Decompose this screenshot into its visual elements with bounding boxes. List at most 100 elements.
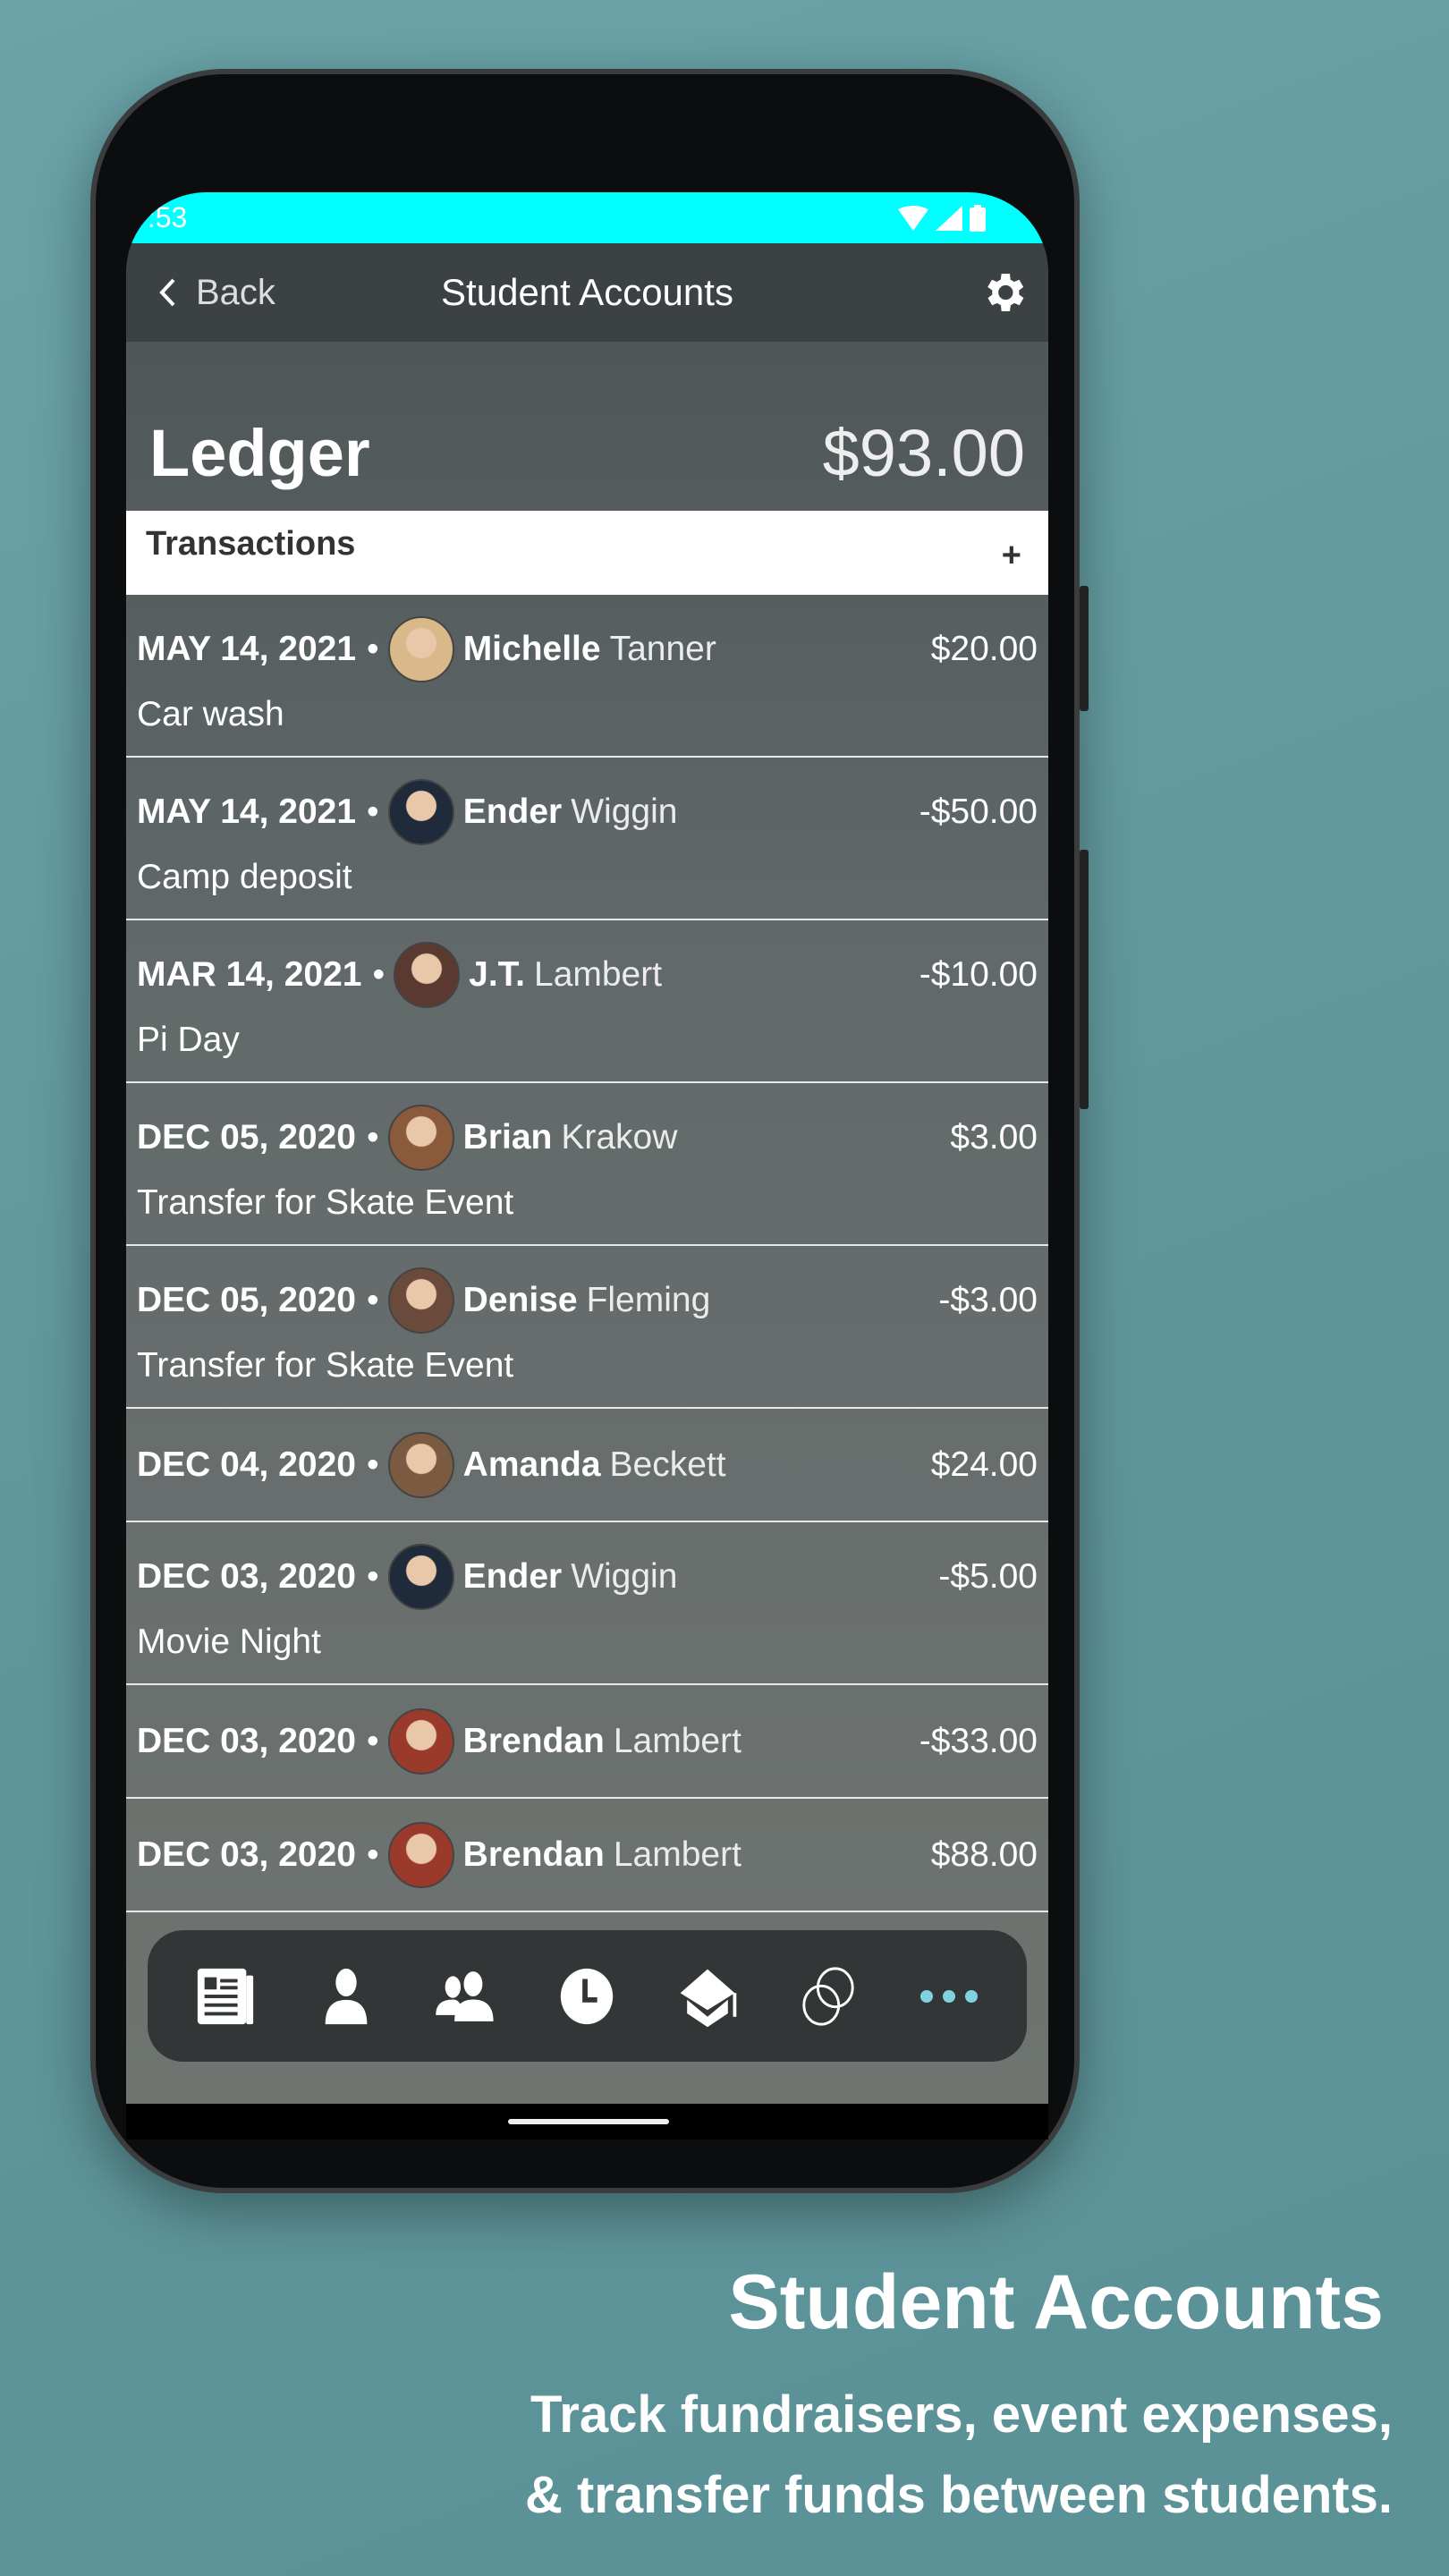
transaction-date: DEC 03, 2020 (137, 1721, 356, 1760)
news-icon (198, 1968, 254, 2024)
more-icon (919, 1989, 978, 2003)
transaction-amount: -$3.00 (938, 1281, 1038, 1319)
student-first-name: Brendan (462, 1835, 605, 1874)
transaction-header: DEC 05, 2020 • Brian Krakow $3.00 (137, 1105, 1038, 1171)
ledger-title: Ledger (149, 416, 370, 490)
transaction-date: MAR 14, 2021 (137, 955, 362, 994)
back-button[interactable]: Back (158, 273, 275, 313)
bullet-separator: • (367, 792, 379, 831)
student-last-name: Fleming (586, 1281, 711, 1319)
avatar (387, 1105, 454, 1171)
avatar (387, 1707, 454, 1775)
transaction-header: DEC 03, 2020 • Brendan Lambert -$33.00 (137, 1707, 1038, 1775)
transaction-date: MAY 14, 2021 (137, 792, 357, 831)
clock-icon (561, 1968, 614, 2024)
transaction-row[interactable]: DEC 05, 2020 • Denise Fleming -$3.00 Tran… (126, 1246, 1048, 1409)
student-last-name: Lambert (613, 1835, 741, 1874)
transaction-row[interactable]: MAY 14, 2021 • Ender Wiggin -$50.00 Camp … (126, 758, 1048, 920)
transaction-header: DEC 03, 2020 • Brendan Lambert $88.00 (137, 1821, 1038, 1888)
people-icon (435, 1970, 494, 2021)
transaction-description: Transfer for Skate Event (137, 1183, 514, 1222)
status-bar: 7:53 (126, 192, 1048, 243)
avatar (387, 616, 454, 682)
student-first-name: Amanda (462, 1445, 601, 1484)
avatar (387, 779, 454, 845)
tab-person[interactable] (310, 1961, 382, 2032)
bullet-separator: • (367, 1721, 379, 1760)
transaction-row[interactable]: MAY 14, 2021 • Michelle Tanner $20.00 Car… (126, 595, 1048, 758)
transaction-row[interactable]: DEC 03, 2020 • Brendan Lambert -$33.00 (126, 1685, 1048, 1799)
transaction-description: Pi Day (137, 1021, 240, 1059)
battery-icon (970, 204, 986, 232)
transaction-amount: -$50.00 (919, 792, 1038, 831)
transaction-header: DEC 04, 2020 • Amanda Beckett $24.00 (137, 1431, 1038, 1498)
back-label: Back (196, 272, 275, 312)
student-last-name: Beckett (609, 1445, 726, 1484)
transaction-date: DEC 05, 2020 (137, 1118, 356, 1157)
bullet-separator: • (367, 1118, 379, 1157)
student-last-name: Wiggin (571, 792, 678, 831)
bullet-separator: • (367, 630, 379, 668)
student-first-name: Ender (462, 792, 563, 831)
promo-title: Student Accounts (728, 2259, 1384, 2345)
transaction-amount: -$10.00 (919, 955, 1038, 994)
bullet-separator: • (367, 1445, 379, 1484)
avatar (387, 1544, 454, 1610)
tab-groups[interactable] (792, 1961, 864, 2032)
transaction-row[interactable]: DEC 05, 2020 • Brian Krakow $3.00 Transfe… (126, 1083, 1048, 1246)
student-first-name: Brendan (462, 1721, 605, 1760)
student-last-name: Lambert (613, 1721, 741, 1760)
tab-news[interactable] (190, 1961, 261, 2032)
student-last-name: Tanner (609, 630, 716, 668)
promo-line-1: Track fundraisers, event expenses, (530, 2385, 1393, 2444)
transaction-header: DEC 05, 2020 • Denise Fleming -$3.00 (137, 1267, 1038, 1334)
transaction-description: Movie Night (137, 1623, 321, 1661)
transaction-amount: $24.00 (930, 1445, 1038, 1484)
transaction-date: DEC 03, 2020 (137, 1835, 356, 1874)
transaction-row[interactable]: DEC 03, 2020 • Ender Wiggin -$5.00 Movie … (126, 1522, 1048, 1685)
gear-icon[interactable] (979, 267, 1029, 318)
rings-icon (802, 1966, 854, 2026)
home-indicator[interactable] (508, 2119, 669, 2124)
transaction-amount: $20.00 (930, 630, 1038, 668)
student-last-name: Lambert (534, 955, 663, 994)
volume-button (1080, 850, 1089, 1109)
bottom-tab-bar (148, 1930, 1027, 2062)
transaction-date: DEC 05, 2020 (137, 1281, 356, 1319)
transaction-row[interactable]: DEC 03, 2020 • Brendan Lambert $88.00 (126, 1799, 1048, 1912)
tab-education[interactable] (672, 1961, 743, 2032)
tab-more[interactable] (913, 1961, 985, 2032)
transaction-date: DEC 04, 2020 (137, 1445, 356, 1484)
transactions-label: Transactions (146, 525, 356, 563)
bullet-separator: • (367, 1835, 379, 1874)
nav-bar: Back Student Accounts (126, 243, 1048, 342)
student-last-name: Wiggin (571, 1557, 678, 1596)
transaction-list: MAY 14, 2021 • Michelle Tanner $20.00 Car… (126, 595, 1048, 1912)
promo-subtitle: Track fundraisers, event expenses, & tra… (525, 2375, 1393, 2536)
avatar (394, 942, 461, 1008)
transaction-row[interactable]: MAR 14, 2021 • J.T. Lambert -$10.00 Pi Da… (126, 920, 1048, 1083)
add-transaction-button[interactable]: + (1002, 538, 1021, 573)
transaction-amount: $88.00 (930, 1835, 1038, 1874)
student-first-name: Ender (462, 1557, 563, 1596)
signal-icon (936, 205, 962, 231)
transaction-description: Car wash (137, 695, 284, 733)
avatar (387, 1821, 454, 1888)
avatar (387, 1431, 454, 1498)
transactions-bar: Transactions + (126, 511, 1048, 595)
person-icon (325, 1968, 368, 2024)
transaction-description: Camp deposit (137, 858, 352, 896)
transaction-row[interactable]: DEC 04, 2020 • Amanda Beckett $24.00 (126, 1409, 1048, 1522)
graduation-cap-icon (680, 1969, 737, 2027)
bullet-separator: • (367, 1281, 379, 1319)
transaction-description: Transfer for Skate Event (137, 1346, 514, 1385)
transaction-header: MAY 14, 2021 • Ender Wiggin -$50.00 (137, 779, 1038, 845)
ledger-balance: $93.00 (822, 416, 1025, 490)
ledger-header: Ledger $93.00 (126, 342, 1048, 511)
tab-people[interactable] (431, 1961, 503, 2032)
tab-history[interactable] (551, 1961, 623, 2032)
transaction-amount: -$5.00 (938, 1557, 1038, 1596)
student-first-name: Denise (462, 1281, 578, 1319)
transaction-header: MAR 14, 2021 • J.T. Lambert -$10.00 (137, 942, 1038, 1008)
student-first-name: J.T. (469, 955, 525, 994)
